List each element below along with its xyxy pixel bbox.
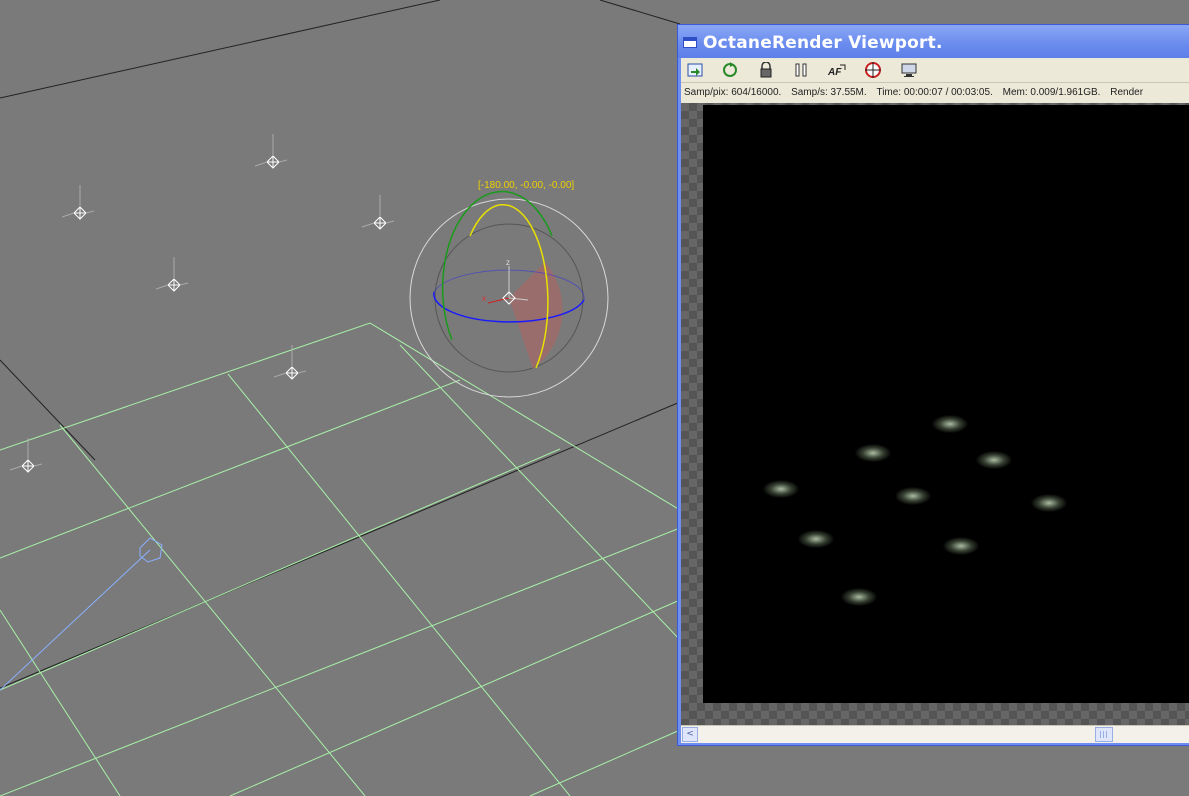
- light-object-icon[interactable]: [254, 134, 288, 169]
- scroll-left-arrow[interactable]: <: [682, 727, 698, 742]
- samples-per-second: Samp/s: 37.55M.: [791, 87, 867, 98]
- render-light-spot: [976, 451, 1012, 469]
- memory-usage: Mem: 0.009/1.961GB.: [1002, 87, 1101, 98]
- render-light-spot: [943, 537, 979, 555]
- render-light-spot: [763, 480, 799, 498]
- light-object-icon[interactable]: [155, 257, 189, 292]
- scene-edge-line: [0, 401, 681, 689]
- octane-toolbar: AF: [681, 58, 1189, 83]
- window-titlebar[interactable]: OctaneRender Viewport.: [678, 25, 1189, 58]
- lock-icon[interactable]: [755, 60, 777, 80]
- octane-render-window[interactable]: OctaneRender Viewport. AF Samp/pix: 604/…: [677, 24, 1189, 746]
- scene-edge-line: [599, 0, 681, 25]
- window-title: OctaneRender Viewport.: [703, 33, 943, 53]
- camera-target-icon[interactable]: [0, 537, 163, 691]
- render-area: [681, 103, 1189, 743]
- send-scene-icon[interactable]: [685, 60, 707, 80]
- rotate-gizmo[interactable]: z x: [409, 190, 609, 398]
- restart-icon[interactable]: [719, 60, 741, 80]
- render-light-spot: [932, 415, 968, 433]
- rotation-readout: [-180.00, -0.00, -0.00]: [478, 180, 575, 191]
- autofocus-icon[interactable]: AF: [826, 60, 848, 80]
- render-light-spot: [855, 444, 891, 462]
- autofocus-label: AF: [827, 67, 842, 78]
- horizontal-scrollbar[interactable]: <: [681, 725, 1189, 743]
- render-light-spot: [895, 487, 931, 505]
- light-object-icon[interactable]: [61, 185, 95, 220]
- light-object-icon[interactable]: [361, 195, 395, 230]
- pause-icon[interactable]: [790, 60, 812, 80]
- gizmo-z-label: z: [506, 258, 510, 267]
- render-time: Time: 00:00:07 / 00:03:05.: [876, 87, 993, 98]
- render-status-bar: Samp/pix: 604/16000. Samp/s: 37.55M. Tim…: [681, 83, 1189, 103]
- gizmo-x-label: x: [482, 294, 486, 303]
- scroll-thumb[interactable]: [1095, 727, 1113, 742]
- render-light-spot: [1031, 494, 1067, 512]
- ground-grid: [0, 322, 681, 796]
- scene-edge-line: [0, 0, 441, 99]
- render-image[interactable]: [703, 105, 1189, 703]
- render-light-spot: [841, 588, 877, 606]
- render-settings-icon[interactable]: [898, 60, 920, 80]
- render-light-spot: [798, 530, 834, 548]
- samples-per-pixel: Samp/pix: 604/16000.: [684, 87, 782, 98]
- window-app-icon: [683, 37, 697, 48]
- render-status: Render: [1110, 87, 1144, 98]
- focus-picker-icon[interactable]: [862, 60, 884, 80]
- light-object-icon[interactable]: [9, 438, 43, 473]
